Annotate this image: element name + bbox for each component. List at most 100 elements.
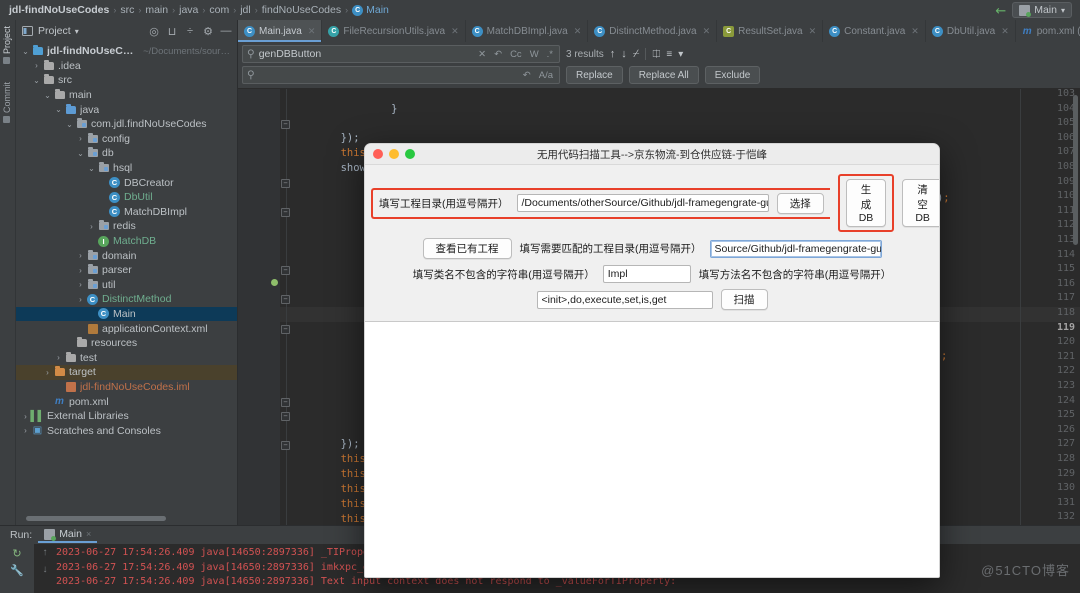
tree-item-distinctmethod[interactable]: › C DistinctMethod xyxy=(16,292,237,307)
rerun-icon[interactable]: ↻ xyxy=(12,547,21,560)
chevron-right-icon[interactable]: › xyxy=(20,412,31,421)
close-icon[interactable] xyxy=(373,149,383,159)
fold-marker[interactable]: − xyxy=(281,324,290,334)
tree-item-config[interactable]: › config xyxy=(16,132,237,147)
settings-wrench-icon[interactable]: 🔧 xyxy=(10,564,24,577)
build-icon[interactable]: ↖ xyxy=(992,1,1010,19)
view-existing-projects-button[interactable]: 查看已有工程 xyxy=(422,238,512,259)
chevron-down-icon[interactable]: ⌄ xyxy=(75,149,86,158)
clear-icon[interactable]: ✕ xyxy=(476,49,488,60)
history-icon[interactable]: ↶ xyxy=(521,70,533,81)
editor-tab-matchdbimpl-java[interactable]: C MatchDBImpl.java ✕ xyxy=(466,20,589,42)
tree-item-jdl-findnousecodes-iml[interactable]: jdl-findNoUseCodes.iml xyxy=(16,380,237,395)
breadcrumb-item-com[interactable]: com xyxy=(206,4,232,16)
fold-marker[interactable]: − xyxy=(281,120,290,130)
project-horizontal-scrollbar[interactable] xyxy=(26,516,166,521)
tree-item-external-libraries[interactable]: › ▌▌ External Libraries xyxy=(16,409,237,424)
tree-item-target[interactable]: › target xyxy=(16,365,237,380)
tool-tab-commit[interactable]: Commit xyxy=(2,82,12,123)
exclude-button[interactable]: Exclude xyxy=(704,66,761,84)
preserve-case-icon[interactable]: A/a xyxy=(537,70,555,81)
tree-item-src[interactable]: ⌄ src xyxy=(16,73,237,88)
chevron-right-icon[interactable]: › xyxy=(75,251,86,260)
zoom-icon[interactable] xyxy=(405,149,415,159)
breadcrumb-item-project[interactable]: jdl-findNoUseCodes xyxy=(6,4,112,16)
chevron-right-icon[interactable]: › xyxy=(42,368,53,377)
dialog-title-bar[interactable]: 无用代码扫描工具-->京东物流-到仓供应链-于恺峰 xyxy=(365,144,939,165)
chevron-right-icon[interactable]: › xyxy=(75,266,86,275)
chevron-down-icon[interactable]: ⌄ xyxy=(53,105,64,114)
chevron-down-icon[interactable]: ⌄ xyxy=(31,76,42,85)
chevron-down-icon[interactable]: ▾ xyxy=(75,27,79,36)
filter-icon[interactable]: ▾ xyxy=(678,49,683,60)
close-icon[interactable]: ✕ xyxy=(574,26,582,37)
close-icon[interactable]: ✕ xyxy=(1001,26,1009,37)
run-tab-main[interactable]: Main × xyxy=(38,527,98,543)
down-arrow-icon[interactable]: ↓ xyxy=(43,564,48,575)
breakpoint-icon[interactable] xyxy=(271,279,278,286)
editor-vertical-scrollbar[interactable] xyxy=(1073,95,1078,245)
history-icon[interactable]: ↶ xyxy=(492,49,504,60)
tree-item-test[interactable]: › test xyxy=(16,350,237,365)
clear-db-button[interactable]: 清空DB xyxy=(902,179,939,227)
expand-icon[interactable]: ÷ xyxy=(183,24,197,38)
close-icon[interactable]: ✕ xyxy=(809,26,817,37)
project-tree[interactable]: ⌄ jdl-findNoUseCodes ~/Documents/source/m ›… xyxy=(16,42,237,438)
exclude-method-input[interactable]: <init>,do,execute,set,is,get xyxy=(536,290,713,309)
tree-item-matchdb[interactable]: I MatchDB xyxy=(16,234,237,249)
scan-button[interactable]: 扫描 xyxy=(720,289,768,310)
chevron-right-icon[interactable]: › xyxy=(86,222,97,231)
fold-marker[interactable]: − xyxy=(281,295,290,305)
replace-all-button[interactable]: Replace All xyxy=(628,66,699,84)
breadcrumb-item-src[interactable]: src xyxy=(117,4,137,16)
fold-marker[interactable]: − xyxy=(281,266,290,276)
editor-tab-main-java[interactable]: C Main.java ✕ xyxy=(238,20,323,42)
regex-icon[interactable]: .* xyxy=(545,49,555,60)
tree-item-main[interactable]: C Main xyxy=(16,306,237,322)
chevron-right-icon[interactable]: › xyxy=(31,61,42,70)
breadcrumb-item-jdl[interactable]: jdl xyxy=(237,4,254,16)
tree-item--idea[interactable]: › .idea xyxy=(16,59,237,74)
editor-tab-distinctmethod-java[interactable]: C DistinctMethod.java ✕ xyxy=(588,20,718,42)
chevron-down-icon[interactable]: ⌄ xyxy=(20,47,31,56)
fold-marker[interactable]: − xyxy=(281,412,290,422)
chevron-right-icon[interactable]: › xyxy=(53,353,64,362)
tree-item-matchdbimpl[interactable]: C MatchDBImpl xyxy=(16,205,237,220)
breadcrumb-item-findnousecodes[interactable]: findNoUseCodes xyxy=(259,4,344,16)
filter-scope-icon[interactable]: ≡ xyxy=(666,49,672,60)
tree-item-main[interactable]: ⌄ main xyxy=(16,88,237,103)
editor-tab-bar[interactable]: C Main.java ✕ C FileRecursionUtils.java ✕ C Mat… xyxy=(238,20,1080,42)
chevron-right-icon[interactable]: › xyxy=(75,134,86,143)
tree-item-dbcreator[interactable]: C DBCreator xyxy=(16,175,237,190)
editor-tab-constant-java[interactable]: C Constant.java ✕ xyxy=(823,20,926,42)
breadcrumb-item-main[interactable]: main xyxy=(142,4,171,16)
tree-item-hsql[interactable]: ⌄ hsql xyxy=(16,161,237,176)
chevron-right-icon[interactable]: › xyxy=(75,280,86,289)
project-dir-input[interactable]: /Documents/otherSource/Github/jdl-frameg… xyxy=(516,194,769,212)
chevron-down-icon[interactable]: ⌄ xyxy=(42,91,53,100)
chevron-down-icon[interactable]: ⌄ xyxy=(86,164,97,173)
tree-item-java[interactable]: ⌄ java xyxy=(16,102,237,117)
tree-item-db[interactable]: ⌄ db xyxy=(16,146,237,161)
chevron-right-icon[interactable]: › xyxy=(75,295,86,304)
breadcrumb-item-java[interactable]: java xyxy=(176,4,201,16)
fold-marker[interactable]: − xyxy=(281,441,290,451)
editor-gutter[interactable] xyxy=(238,89,280,532)
locate-icon[interactable]: ◎ xyxy=(147,24,161,38)
close-icon[interactable]: ✕ xyxy=(308,26,316,37)
gear-icon[interactable]: ⚙ xyxy=(201,24,215,38)
hide-icon[interactable]: — xyxy=(219,24,233,38)
fold-marker[interactable]: − xyxy=(281,207,290,217)
tree-item-resources[interactable]: resources xyxy=(16,336,237,351)
replace-button[interactable]: Replace xyxy=(566,66,623,84)
close-icon[interactable]: ✕ xyxy=(911,26,919,37)
close-icon[interactable]: ✕ xyxy=(451,26,459,37)
match-dir-input[interactable]: Source/Github/jdl-framegengrate-gui xyxy=(709,239,882,258)
tree-item-redis[interactable]: › redis xyxy=(16,219,237,234)
generate-db-button[interactable]: 生成DB xyxy=(845,179,887,227)
breadcrumb-item-main-class[interactable]: Main xyxy=(363,4,392,16)
chevron-right-icon[interactable]: › xyxy=(20,426,31,435)
fold-marker[interactable]: − xyxy=(281,178,290,188)
tree-item-applicationcontext-xml[interactable]: applicationContext.xml xyxy=(16,321,237,336)
tree-item-jdl-findnousecodes[interactable]: ⌄ jdl-findNoUseCodes ~/Documents/source/m xyxy=(16,44,237,59)
